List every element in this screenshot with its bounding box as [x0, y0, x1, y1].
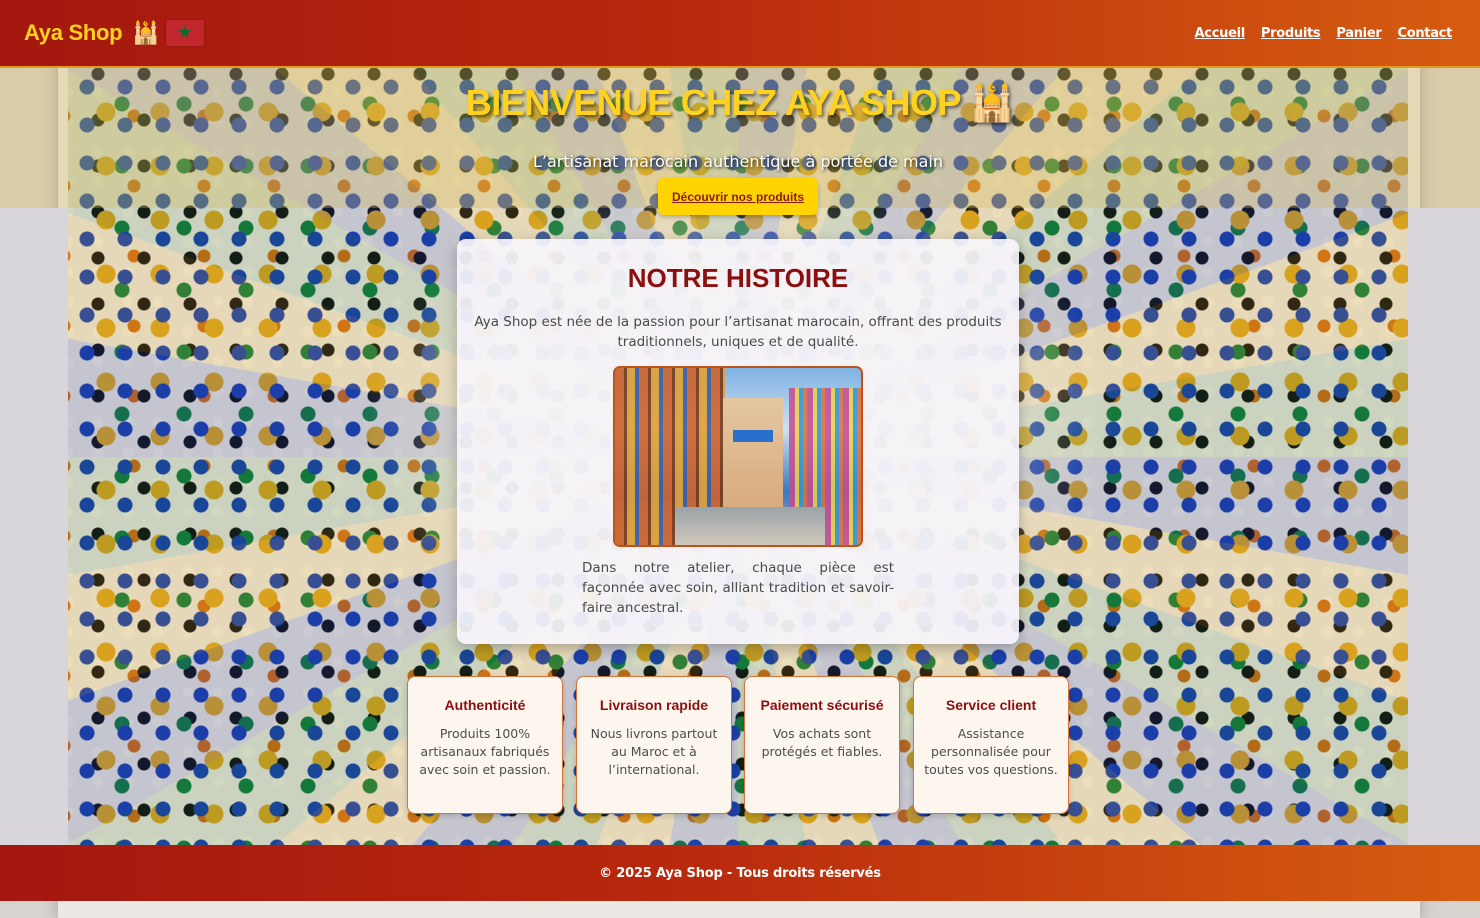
hero-title: BIENVENUE CHEZ AYA SHOP 🕌 [0, 82, 1480, 124]
story-detail: Dans notre atelier, chaque pièce est faç… [582, 560, 894, 616]
footer: © 2025 Aya Shop - Tous droits réservés [0, 845, 1480, 901]
nav-link-produits[interactable]: Produits [1261, 26, 1321, 41]
image-awning [733, 430, 773, 442]
story-intro: Aya Shop est née de la passion pour l’ar… [474, 314, 1002, 350]
story-card: NOTRE HISTOIRE Aya Shop est née de la pa… [457, 239, 1019, 644]
feature-card-livraison: Livraison rapide Nous livrons partout au… [576, 676, 732, 814]
feature-title: Service client [945, 697, 1037, 713]
mosque-icon: 🕌 [969, 82, 1015, 123]
hero-title-text: BIENVENUE CHEZ AYA SHOP [465, 82, 961, 123]
feature-title: Authenticité [444, 697, 526, 713]
brand[interactable]: Aya Shop 🕌 [24, 20, 204, 46]
morocco-flag-icon [165, 20, 204, 46]
brand-name: Aya Shop [24, 20, 123, 45]
nav-link-contact[interactable]: Contact [1397, 26, 1452, 41]
feature-title: Livraison rapide [599, 697, 709, 713]
nav-links: Accueil Produits Panier Contact [1195, 26, 1453, 41]
side-margin-left [0, 208, 68, 846]
image-street [675, 507, 825, 545]
side-margin-right [1408, 208, 1480, 846]
feature-card-service: Service client Assistance personnalisée … [913, 676, 1069, 814]
nav-link-accueil[interactable]: Accueil [1195, 26, 1246, 41]
feature-text: Assistance personnalisée pour toutes vos… [924, 726, 1058, 777]
footer-copyright: © 2025 Aya Shop - Tous droits réservés [599, 865, 881, 881]
feature-title: Paiement sécurisé [760, 697, 884, 713]
discover-products-button[interactable]: Découvrir nos produits [658, 178, 818, 215]
feature-card-authenticite: Authenticité Produits 100% artisanaux fa… [407, 676, 563, 814]
mosque-icon: 🕌 [132, 20, 160, 46]
souk-street-image [613, 366, 863, 547]
nav-link-panier[interactable]: Panier [1336, 26, 1381, 41]
feature-text: Nous livrons partout au Maroc et à l’int… [590, 726, 718, 777]
story-title: NOTRE HISTOIRE [627, 263, 849, 293]
feature-text: Produits 100% artisanaux fabriqués avec … [419, 726, 551, 777]
feature-card-paiement: Paiement sécurisé Vos achats sont protég… [744, 676, 900, 814]
image-house [723, 398, 783, 518]
navbar: Aya Shop 🕌 Accueil Produits Panier Conta… [0, 0, 1480, 68]
features-row: Authenticité Produits 100% artisanaux fa… [407, 676, 1069, 814]
hero-subtitle: L’artisanat marocain authentique à porté… [532, 152, 944, 171]
feature-text: Vos achats sont protégés et fiables. [761, 726, 883, 759]
